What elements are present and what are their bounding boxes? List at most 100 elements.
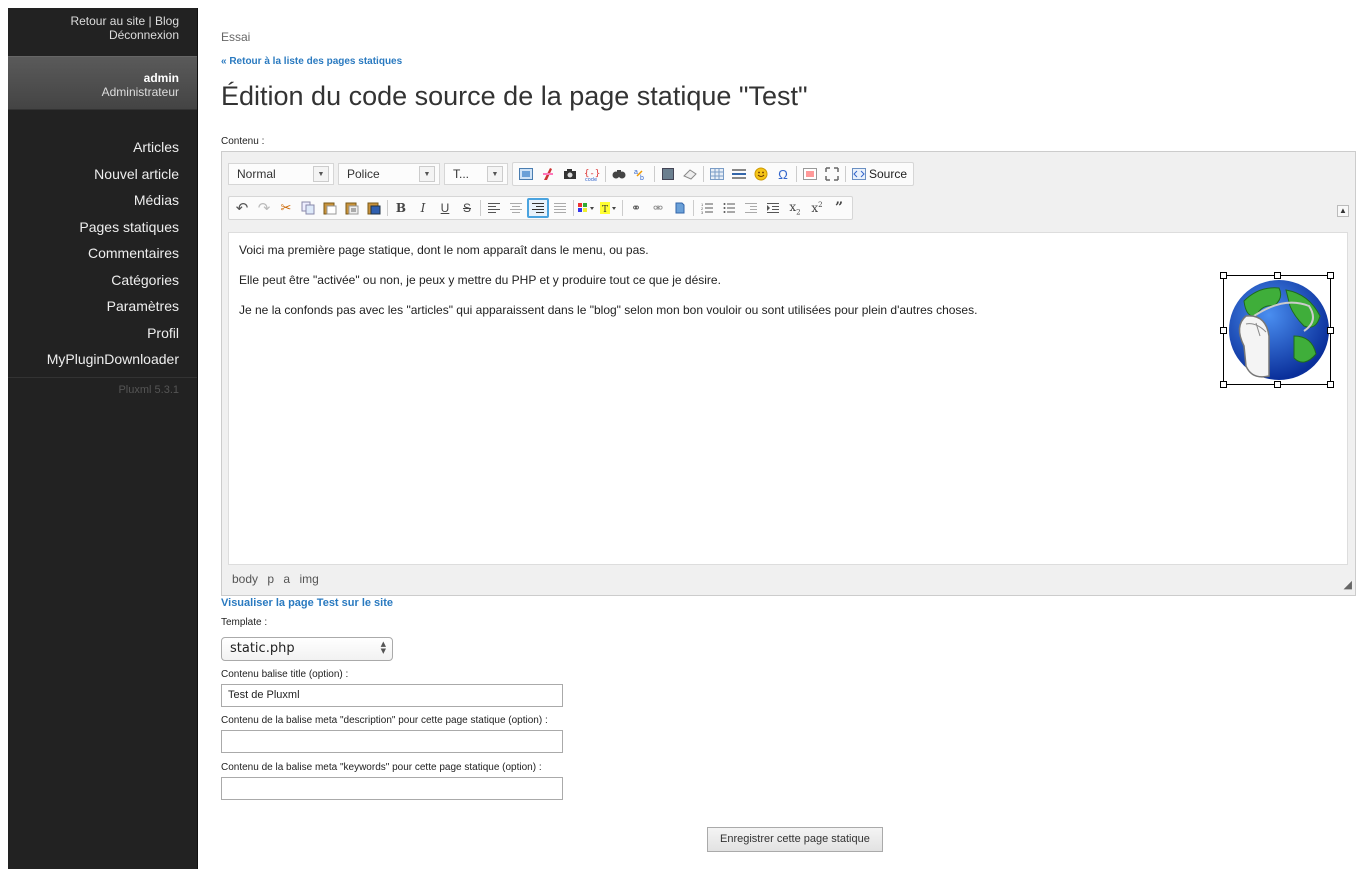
site-name: Essai xyxy=(221,30,251,44)
rich-text-editor: Normal ▼ Police ▼ T... ▼ {-} code ab Ω S… xyxy=(221,151,1356,596)
nav-myplugindownloader[interactable]: MyPluginDownloader xyxy=(8,346,197,373)
link-separator: | xyxy=(148,14,152,28)
meta-keywords-input[interactable] xyxy=(221,777,563,800)
view-page-link[interactable]: Visualiser la page Test sur le site xyxy=(221,597,393,609)
chevron-down-icon: ▼ xyxy=(487,166,503,182)
table-icon[interactable] xyxy=(706,164,728,184)
resize-handle[interactable] xyxy=(1274,272,1281,279)
nav-new-article[interactable]: Nouvel article xyxy=(8,161,197,188)
resize-handle[interactable] xyxy=(1220,327,1227,334)
source-button-label: Source xyxy=(869,167,908,181)
format-combo[interactable]: Normal ▼ xyxy=(228,163,334,185)
path-item[interactable]: img xyxy=(299,572,318,586)
resize-handle[interactable] xyxy=(1220,381,1227,388)
path-item[interactable]: p xyxy=(267,572,274,586)
back-to-list-link[interactable]: « Retour à la liste des pages statiques xyxy=(221,56,402,67)
superscript-icon[interactable]: x2 xyxy=(806,198,828,218)
maximize-icon[interactable] xyxy=(821,164,843,184)
meta-keywords-label: Contenu de la balise meta "keywords" pou… xyxy=(221,762,542,773)
toolbar-group-insert: {-} code ab Ω Source xyxy=(512,162,915,186)
size-combo[interactable]: T... ▼ xyxy=(444,163,508,185)
sidebar-top-links: Retour au site | Blog Déconnexion xyxy=(8,8,197,56)
template-select[interactable]: static.php ▲ ▼ xyxy=(221,637,393,661)
redo-icon[interactable]: ↷ xyxy=(253,198,275,218)
find-icon[interactable] xyxy=(608,164,630,184)
numbered-list-icon[interactable]: 123 xyxy=(696,198,718,218)
page-title: Édition du code source de la page statiq… xyxy=(221,81,808,111)
path-item[interactable]: a xyxy=(283,572,290,586)
svg-text:code: code xyxy=(585,177,597,181)
globe-mouse-image[interactable] xyxy=(1220,272,1334,388)
image-icon[interactable] xyxy=(515,164,537,184)
strikethrough-icon[interactable]: S xyxy=(456,198,478,218)
block-icon[interactable] xyxy=(657,164,679,184)
horizontal-rule-icon[interactable] xyxy=(728,164,750,184)
resize-handle[interactable] xyxy=(1327,381,1334,388)
user-role: Administrateur xyxy=(101,85,179,99)
blog-link[interactable]: Blog xyxy=(155,14,179,28)
save-button[interactable]: Enregistrer cette page statique xyxy=(707,827,883,852)
version-label: Pluxml 5.3.1 xyxy=(118,383,179,396)
nav-comments[interactable]: Commentaires xyxy=(8,240,197,267)
align-right-icon[interactable] xyxy=(527,198,549,218)
cut-icon[interactable]: ✂ xyxy=(275,198,297,218)
nav-profile[interactable]: Profil xyxy=(8,320,197,347)
sidebar: Retour au site | Blog Déconnexion admin … xyxy=(8,8,198,869)
svg-text:3: 3 xyxy=(701,210,704,214)
iframe-icon[interactable] xyxy=(799,164,821,184)
special-char-icon[interactable]: Ω xyxy=(772,164,794,184)
paste-text-icon[interactable] xyxy=(341,198,363,218)
bold-icon[interactable]: B xyxy=(390,198,412,218)
eraser-icon[interactable] xyxy=(679,164,701,184)
nav-settings[interactable]: Paramètres xyxy=(8,293,197,320)
globe-mouse-icon xyxy=(1229,280,1329,380)
source-button[interactable]: Source xyxy=(848,164,911,184)
resize-handle[interactable] xyxy=(1327,272,1334,279)
subscript-icon[interactable]: x2 xyxy=(784,198,806,218)
anchor-icon[interactable] xyxy=(669,198,691,218)
bullet-list-icon[interactable] xyxy=(718,198,740,218)
undo-icon[interactable]: ↶ xyxy=(231,198,253,218)
paste-icon[interactable] xyxy=(319,198,341,218)
path-item[interactable]: body xyxy=(232,572,258,586)
resize-handle[interactable] xyxy=(1274,381,1281,388)
copy-icon[interactable] xyxy=(297,198,319,218)
code-icon[interactable]: {-} code xyxy=(581,164,603,184)
toolbar-collapse-icon[interactable]: ▲ xyxy=(1337,205,1349,217)
editor-paragraph: Je ne la confonds pas avec les "articles… xyxy=(239,303,978,317)
underline-icon[interactable]: U xyxy=(434,198,456,218)
nav-static-pages[interactable]: Pages statiques xyxy=(8,214,197,241)
align-center-icon[interactable] xyxy=(505,198,527,218)
resize-handle[interactable] xyxy=(1327,327,1334,334)
flash-icon[interactable] xyxy=(537,164,559,184)
logout-link[interactable]: Déconnexion xyxy=(109,28,179,42)
align-justify-icon[interactable] xyxy=(549,198,571,218)
indent-icon[interactable] xyxy=(762,198,784,218)
replace-icon[interactable]: ab xyxy=(630,164,652,184)
editor-content-area[interactable]: Voici ma première page statique, dont le… xyxy=(228,232,1348,565)
font-combo[interactable]: Police ▼ xyxy=(338,163,440,185)
back-to-site-link[interactable]: Retour au site xyxy=(70,14,145,28)
resize-handle[interactable] xyxy=(1220,272,1227,279)
user-panel: admin Administrateur xyxy=(8,56,197,110)
smiley-icon[interactable] xyxy=(750,164,772,184)
stepper-arrows-icon: ▲ ▼ xyxy=(380,640,386,655)
outdent-icon[interactable] xyxy=(740,198,762,218)
nav-categories[interactable]: Catégories xyxy=(8,267,197,294)
align-left-icon[interactable] xyxy=(483,198,505,218)
nav-media[interactable]: Médias xyxy=(8,187,197,214)
blockquote-icon[interactable]: ” xyxy=(828,198,850,218)
meta-description-input[interactable] xyxy=(221,730,563,753)
unlink-icon[interactable]: ⚮ xyxy=(647,198,669,218)
link-icon[interactable]: ⚭ xyxy=(625,198,647,218)
title-tag-label: Contenu balise title (option) : xyxy=(221,669,349,680)
title-tag-input[interactable]: Test de Pluxml xyxy=(221,684,563,707)
background-color-icon[interactable]: T xyxy=(598,198,620,218)
paste-word-icon[interactable] xyxy=(363,198,385,218)
camera-icon[interactable] xyxy=(559,164,581,184)
svg-text:b: b xyxy=(640,175,644,181)
italic-icon[interactable]: I xyxy=(412,198,434,218)
text-color-icon[interactable] xyxy=(576,198,598,218)
nav-articles[interactable]: Articles xyxy=(8,134,197,161)
resize-grip-icon[interactable]: ◢ xyxy=(1344,578,1352,591)
